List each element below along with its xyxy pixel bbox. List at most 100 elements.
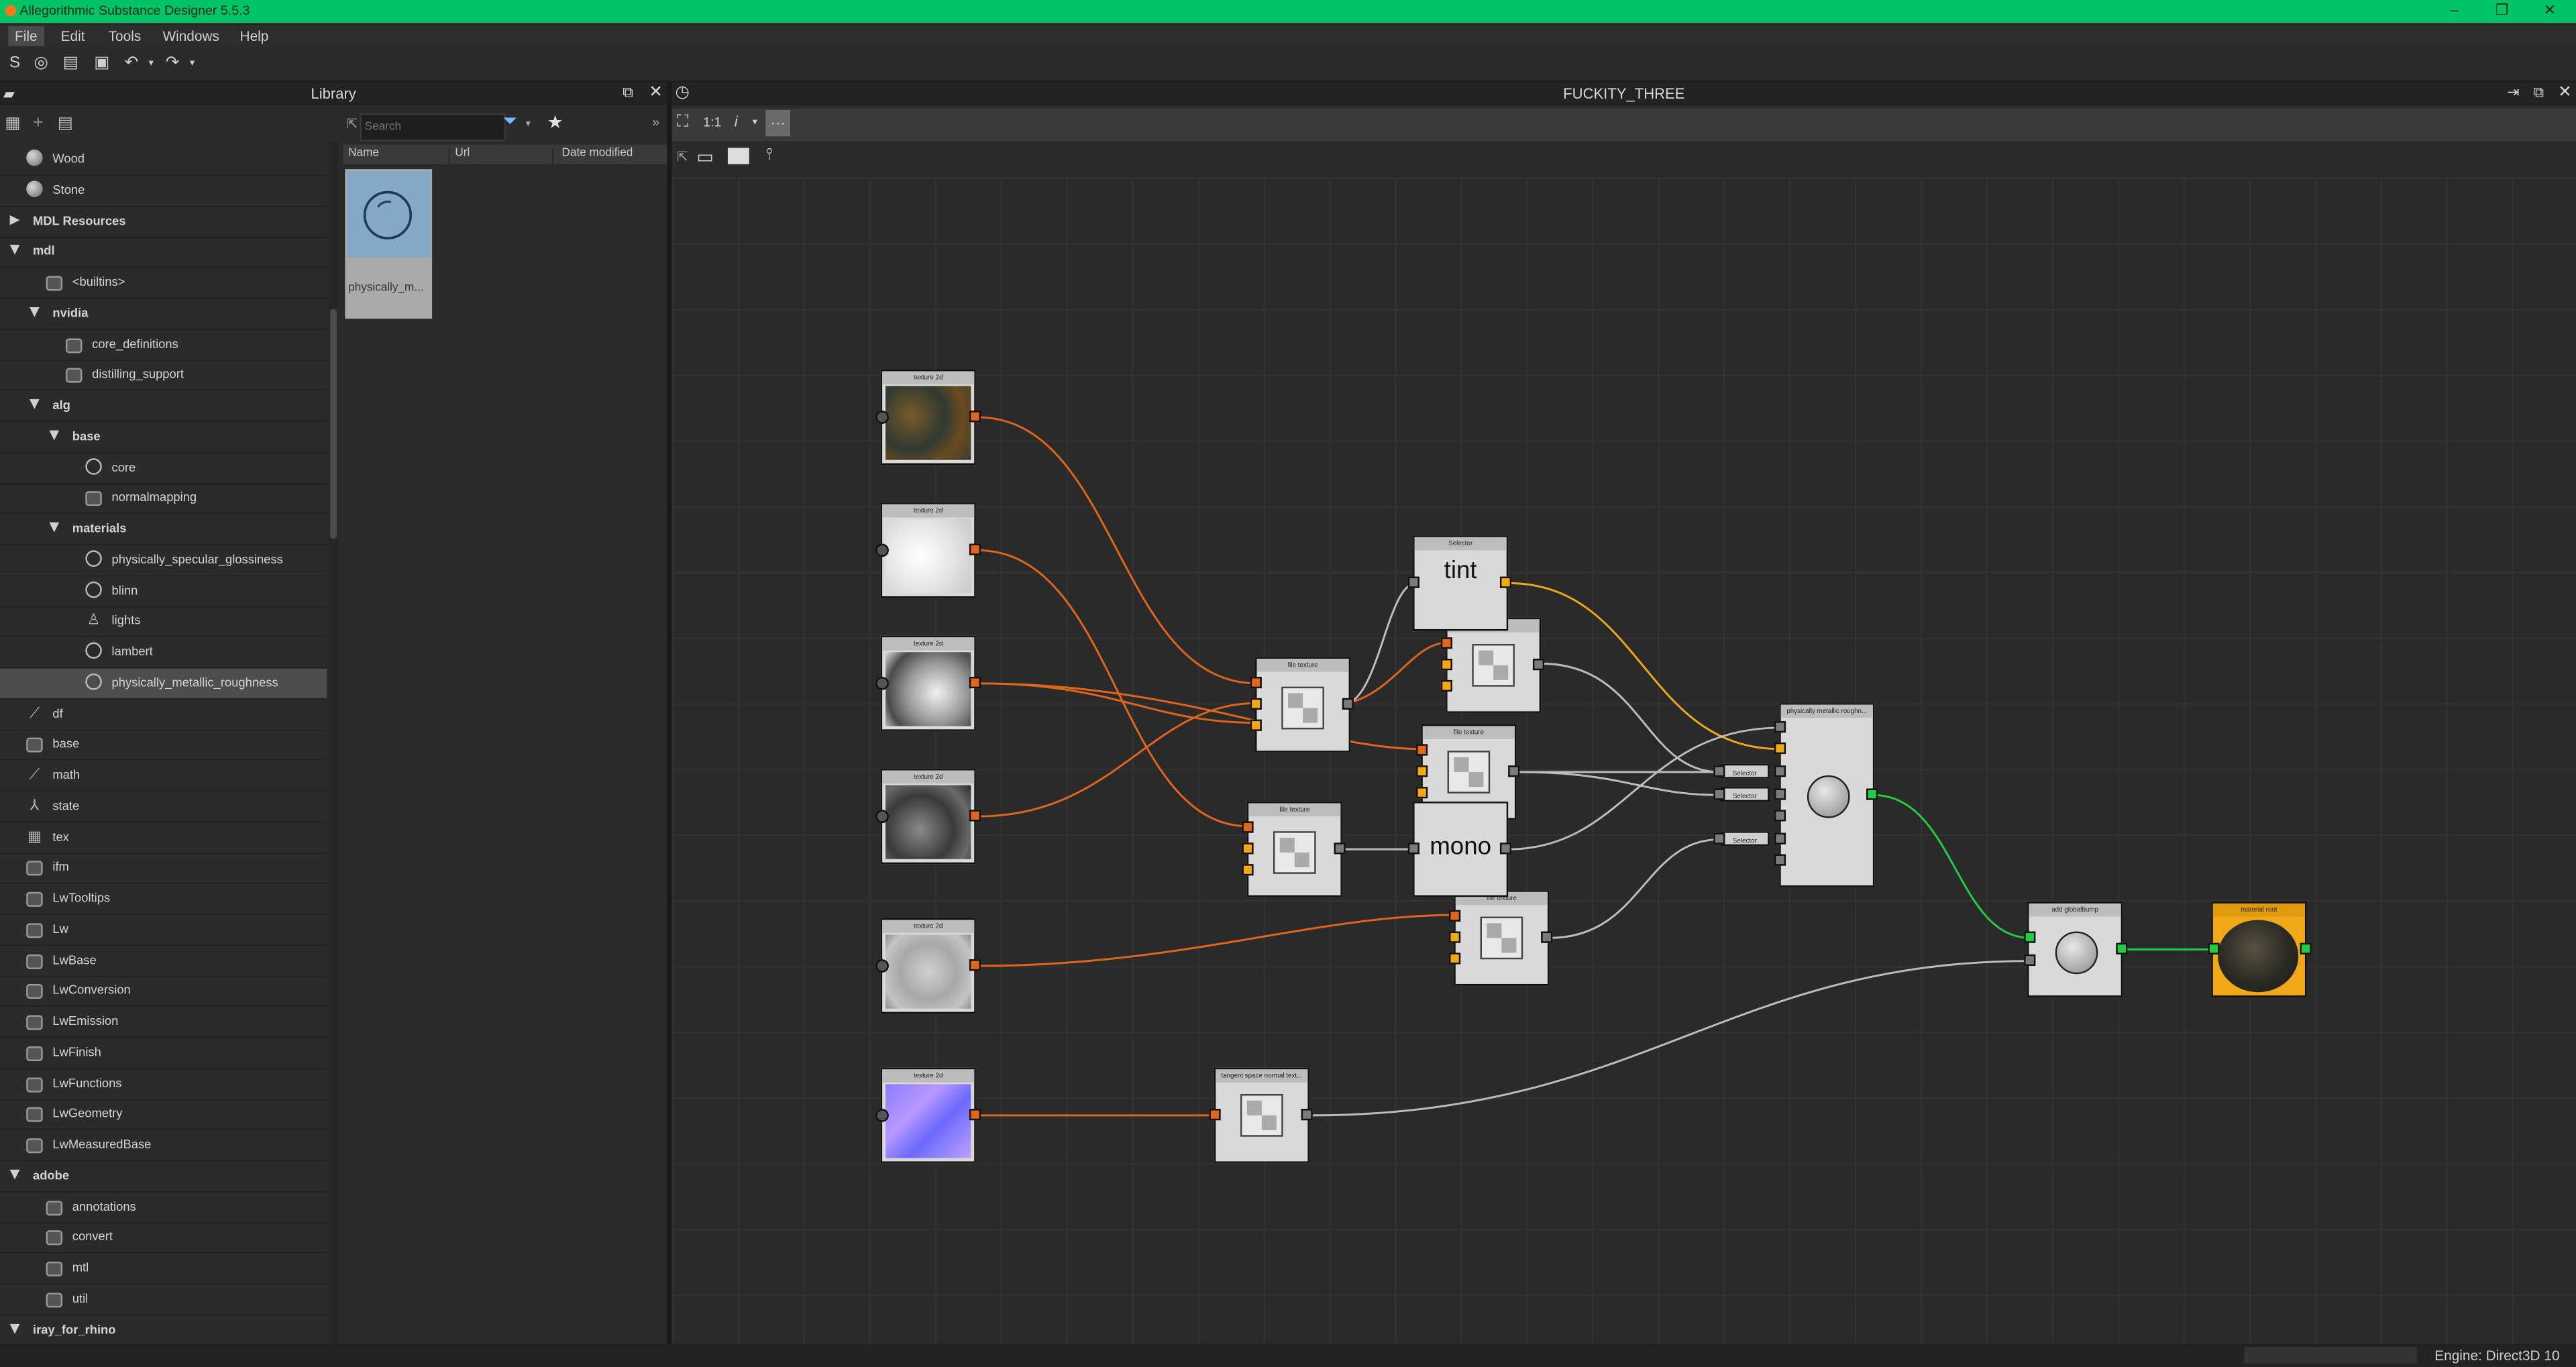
texture-preview xyxy=(885,1084,971,1158)
checker-icon xyxy=(1281,686,1324,730)
node-input-port[interactable] xyxy=(875,676,889,690)
node-output-port[interactable] xyxy=(2116,942,2128,954)
selector-tint-node[interactable]: Selector tint xyxy=(1413,535,1509,631)
tangent-space-normal-node[interactable]: tangent space normal text... xyxy=(1214,1067,1309,1163)
material-preview-sphere xyxy=(2218,920,2299,993)
node-input-port[interactable] xyxy=(1774,721,1786,733)
selector-mini-node-2[interactable]: Selector xyxy=(1720,787,1770,802)
material-root-node[interactable]: material root xyxy=(2211,901,2307,997)
node-input-port[interactable] xyxy=(1416,765,1428,777)
texture-2d-node-6[interactable]: texture 2d xyxy=(880,1067,976,1163)
node-input-port[interactable] xyxy=(1774,832,1786,844)
node-input-port[interactable] xyxy=(2024,931,2036,943)
node-input-port[interactable] xyxy=(1250,719,1262,731)
node-output-port[interactable] xyxy=(1301,1109,1313,1121)
material-sphere-icon xyxy=(2055,931,2098,975)
node-input-port[interactable] xyxy=(875,411,889,424)
checker-icon xyxy=(1273,831,1316,874)
texture-preview xyxy=(885,785,971,859)
node-output-port[interactable] xyxy=(1532,659,1545,671)
node-input-port[interactable] xyxy=(1242,842,1254,855)
wire xyxy=(977,549,1249,828)
checker-icon xyxy=(1472,644,1515,687)
node-input-port[interactable] xyxy=(1449,910,1461,922)
node-input-port[interactable] xyxy=(1407,842,1419,855)
material-sphere-icon xyxy=(1807,775,1850,818)
node-input-port[interactable] xyxy=(1242,821,1254,833)
node-input-port[interactable] xyxy=(1416,744,1428,756)
node-input-port[interactable] xyxy=(1440,659,1452,671)
node-input-port[interactable] xyxy=(2024,954,2036,967)
wire xyxy=(977,914,1456,967)
node-input-port[interactable] xyxy=(1440,679,1452,692)
node-output-port[interactable] xyxy=(1334,842,1346,855)
node-output-port[interactable] xyxy=(1499,576,1512,588)
node-output-port[interactable] xyxy=(2300,942,2312,954)
node-output-port[interactable] xyxy=(969,543,981,555)
node-input-port[interactable] xyxy=(1774,765,1786,777)
node-input-port[interactable] xyxy=(1449,952,1461,965)
status-bar: Engine: Direct3D 10 xyxy=(0,1344,2576,1367)
physically-metallic-roughness-node[interactable]: physically metallic roughn... xyxy=(1779,703,1875,887)
mono-label: mono xyxy=(1430,832,1492,861)
node-input-port[interactable] xyxy=(875,810,889,823)
node-header: texture 2d xyxy=(882,371,975,385)
node-header: texture 2d xyxy=(882,637,975,651)
node-input-port[interactable] xyxy=(1416,787,1428,799)
texture-2d-node-3[interactable]: texture 2d xyxy=(880,635,976,731)
node-input-port[interactable] xyxy=(1250,676,1262,689)
node-input-port[interactable] xyxy=(1774,810,1786,822)
node-header: file texture xyxy=(1248,803,1341,817)
node-output-port[interactable] xyxy=(969,411,981,423)
node-input-port[interactable] xyxy=(1440,637,1452,649)
mono-node[interactable]: mono xyxy=(1413,802,1509,897)
node-input-port[interactable] xyxy=(1774,788,1786,800)
node-input-port[interactable] xyxy=(1209,1109,1221,1121)
texture-2d-node-1[interactable]: texture 2d xyxy=(880,370,976,466)
node-output-port[interactable] xyxy=(1541,931,1553,943)
node-input-port[interactable] xyxy=(1407,576,1419,588)
node-output-port[interactable] xyxy=(969,959,981,971)
node-input-port[interactable] xyxy=(875,1109,889,1122)
node-header: material root xyxy=(2212,903,2305,917)
file-texture-node-3[interactable]: file texture xyxy=(1446,617,1542,713)
texture-2d-node-4[interactable]: texture 2d xyxy=(880,769,976,865)
texture-preview xyxy=(885,386,971,460)
wire xyxy=(1348,641,1450,704)
selector-mini-node-3[interactable]: Selector xyxy=(1720,831,1770,846)
node-input-port[interactable] xyxy=(1449,931,1461,943)
node-input-port[interactable] xyxy=(1242,864,1254,876)
wire xyxy=(1516,771,1721,796)
node-input-port[interactable] xyxy=(1713,788,1725,800)
node-header: Selector xyxy=(1414,537,1507,551)
node-input-port[interactable] xyxy=(1774,742,1786,755)
node-header: texture 2d xyxy=(882,920,975,934)
node-header: texture 2d xyxy=(882,770,975,784)
node-output-port[interactable] xyxy=(1499,842,1512,855)
node-output-port[interactable] xyxy=(969,1109,981,1121)
add-globalbump-node[interactable]: add globalbump xyxy=(2027,901,2123,997)
file-texture-node-5[interactable]: file texture xyxy=(1454,890,1550,986)
tint-label: tint xyxy=(1444,557,1477,585)
wire xyxy=(1549,838,1721,939)
node-input-port[interactable] xyxy=(1713,832,1725,844)
node-input-port[interactable] xyxy=(1774,854,1786,866)
node-input-port[interactable] xyxy=(1713,765,1725,777)
node-input-port[interactable] xyxy=(875,959,889,973)
selector-mini-node-1[interactable]: Selector xyxy=(1720,763,1770,779)
texture-2d-node-5[interactable]: texture 2d xyxy=(880,918,976,1014)
node-input-port[interactable] xyxy=(875,543,889,557)
checker-icon xyxy=(1447,751,1491,794)
texture-2d-node-2[interactable]: texture 2d xyxy=(880,502,976,598)
node-output-port[interactable] xyxy=(1342,698,1354,710)
node-header: file texture xyxy=(1422,726,1515,740)
file-texture-node-2[interactable]: file texture xyxy=(1246,802,1342,897)
node-input-port[interactable] xyxy=(2208,942,2220,954)
node-header: add globalbump xyxy=(2029,903,2121,917)
node-output-port[interactable] xyxy=(1508,765,1520,777)
file-texture-node-1[interactable]: file texture xyxy=(1255,657,1351,753)
node-input-port[interactable] xyxy=(1250,698,1262,710)
node-output-port[interactable] xyxy=(1866,788,1878,800)
node-output-port[interactable] xyxy=(969,810,981,822)
node-output-port[interactable] xyxy=(969,676,981,689)
